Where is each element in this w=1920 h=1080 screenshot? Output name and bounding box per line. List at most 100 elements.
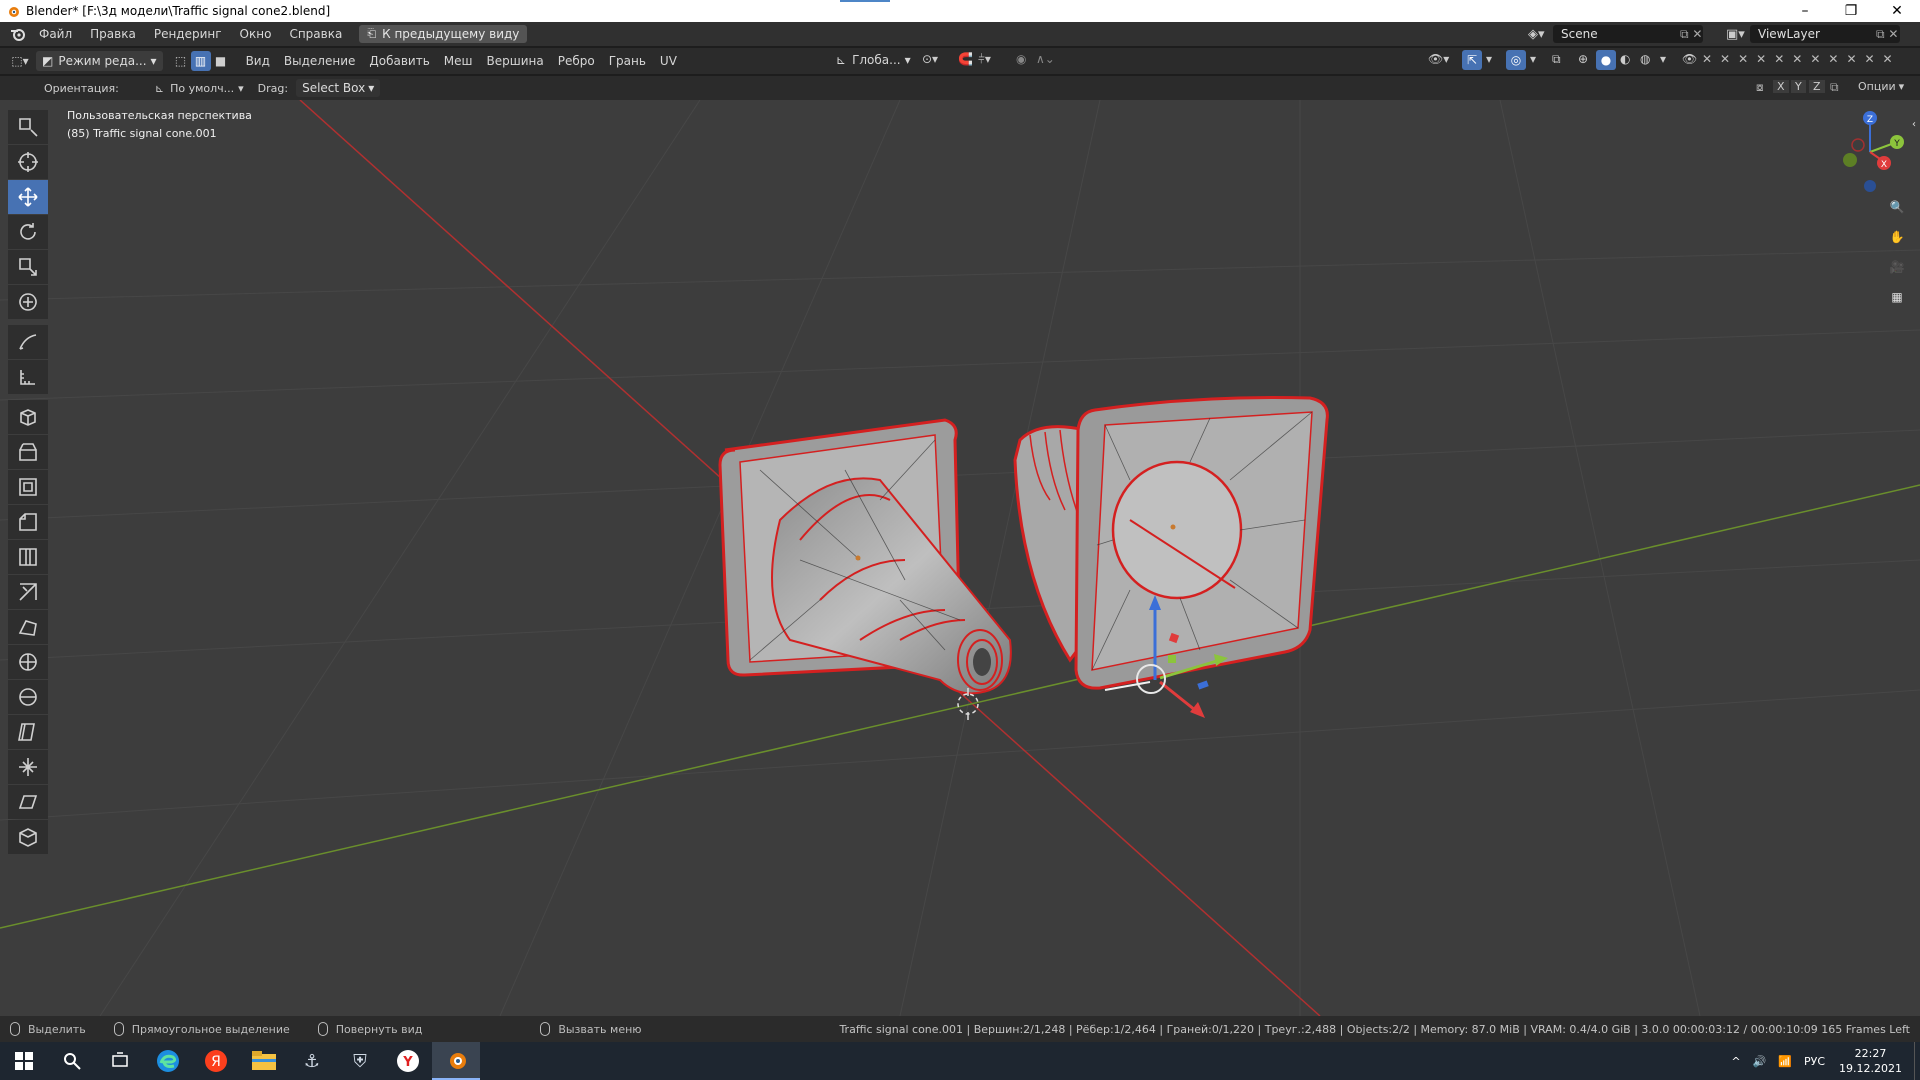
editor-type-icon[interactable]: ⬚▾ bbox=[10, 51, 30, 71]
tool-smooth[interactable] bbox=[8, 680, 48, 714]
visibility-eye-icon[interactable]: 👁 bbox=[1682, 52, 1697, 66]
pivot-point-icon[interactable]: ⊙▾ bbox=[922, 52, 938, 66]
blender-menu-icon[interactable] bbox=[10, 26, 26, 42]
clock[interactable]: 22:27 19.12.2021 bbox=[1839, 1046, 1902, 1076]
edge-select-icon[interactable]: ▥ bbox=[190, 51, 211, 71]
chevron-down-icon: ▾ bbox=[150, 54, 157, 68]
tool-cursor[interactable] bbox=[8, 145, 48, 179]
tool-spin[interactable] bbox=[8, 645, 48, 679]
volume-icon[interactable]: 🔊 bbox=[1753, 1055, 1767, 1068]
mesh-filter-toggles[interactable]: ✕✕✕✕✕✕✕✕✕✕✕ bbox=[1702, 52, 1901, 66]
menu-uv[interactable]: UV bbox=[653, 54, 684, 68]
tool-extrude[interactable] bbox=[8, 435, 48, 469]
menu-vertex[interactable]: Вершина bbox=[480, 54, 551, 68]
network-icon[interactable]: 📶 bbox=[1778, 1055, 1792, 1068]
auto-merge-icon[interactable]: ⧉ bbox=[1830, 80, 1839, 95]
menu-select[interactable]: Выделение bbox=[277, 54, 362, 68]
tool-bevel[interactable] bbox=[8, 505, 48, 539]
wireframe-shading-icon[interactable]: ⊕ bbox=[1578, 52, 1588, 66]
tool-knife[interactable] bbox=[8, 575, 48, 609]
edge-browser-icon[interactable] bbox=[144, 1042, 192, 1080]
tray-overflow-icon[interactable]: ^ bbox=[1731, 1055, 1740, 1068]
tool-annotate[interactable] bbox=[8, 325, 48, 359]
solid-shading-icon[interactable]: ● bbox=[1596, 50, 1616, 70]
mirror-x-toggle[interactable]: X bbox=[1773, 80, 1789, 93]
navigation-gizmo[interactable]: Z Y X bbox=[1825, 107, 1915, 197]
transform-orientation-dropdown[interactable]: ⊾ Глоба... ▾ bbox=[836, 50, 911, 70]
pan-hand-icon[interactable]: ✋ bbox=[1885, 225, 1909, 249]
scene-type-icon[interactable]: ◈▾ bbox=[1528, 27, 1545, 42]
drag-dropdown[interactable]: Select Box ▾ bbox=[296, 79, 381, 97]
menu-file[interactable]: Файл bbox=[30, 27, 81, 41]
tool-measure[interactable] bbox=[8, 360, 48, 394]
menu-edit[interactable]: Правка bbox=[81, 27, 145, 41]
search-icon[interactable] bbox=[48, 1042, 96, 1080]
menu-add[interactable]: Добавить bbox=[362, 54, 436, 68]
close-icon[interactable]: ✕ bbox=[1874, 0, 1920, 22]
menu-face[interactable]: Грань bbox=[602, 54, 653, 68]
zoom-icon[interactable]: 🔍 bbox=[1885, 195, 1909, 219]
viewlayer-new-icon[interactable]: ⧉ ✕ bbox=[1876, 27, 1898, 42]
proportional-edit-icon[interactable]: ◉ bbox=[1016, 52, 1026, 66]
file-explorer-icon[interactable] bbox=[240, 1042, 288, 1080]
vertex-select-icon[interactable]: ⬚ bbox=[171, 51, 191, 71]
menu-view[interactable]: Вид bbox=[239, 54, 277, 68]
yandex-icon[interactable]: Я bbox=[192, 1042, 240, 1080]
overlays-dropdown-icon[interactable]: ▾ bbox=[1530, 52, 1536, 66]
tool-poly-build[interactable] bbox=[8, 610, 48, 644]
gizmo-toggle-icon[interactable]: ⇱ bbox=[1462, 50, 1482, 70]
camera-view-icon[interactable]: 🎥 bbox=[1885, 255, 1909, 279]
tool-transform[interactable] bbox=[8, 285, 48, 319]
rendered-shading-icon[interactable]: ◍ bbox=[1640, 52, 1650, 66]
tool-inset[interactable] bbox=[8, 470, 48, 504]
tool-rotate[interactable] bbox=[8, 215, 48, 249]
game-launcher-icon[interactable]: ⚓ bbox=[288, 1042, 336, 1080]
menu-help[interactable]: Справка bbox=[280, 27, 351, 41]
material-shading-icon[interactable]: ◐ bbox=[1620, 52, 1630, 66]
scene-new-icon[interactable]: ⧉ ✕ bbox=[1680, 27, 1702, 42]
task-view-icon[interactable] bbox=[96, 1042, 144, 1080]
perspective-toggle-icon[interactable]: ▦ bbox=[1885, 285, 1909, 309]
orientation-dropdown[interactable]: ⊾ По умолч... ▾ bbox=[155, 82, 244, 95]
sidebar-toggle-icon[interactable]: ‹ bbox=[1908, 112, 1920, 136]
overlays-toggle-icon[interactable]: ◎ bbox=[1506, 50, 1526, 70]
mirror-z-toggle[interactable]: Z bbox=[1809, 80, 1825, 93]
visibility-icon[interactable]: 👁▾ bbox=[1428, 52, 1449, 66]
tool-loop-cut[interactable] bbox=[8, 540, 48, 574]
blender-taskbar-icon[interactable] bbox=[432, 1042, 480, 1080]
falloff-icon[interactable]: ∧⌄ bbox=[1036, 52, 1055, 66]
tool-select-box[interactable] bbox=[8, 110, 48, 144]
notifications-icon[interactable] bbox=[1914, 1042, 1920, 1080]
menu-mesh[interactable]: Меш bbox=[437, 54, 480, 68]
tool-add-cube[interactable] bbox=[8, 400, 48, 434]
viewport-scene[interactable] bbox=[0, 100, 1920, 1016]
yandex-browser-icon[interactable]: Y bbox=[384, 1042, 432, 1080]
tool-shear[interactable] bbox=[8, 785, 48, 819]
face-select-icon[interactable]: ■ bbox=[211, 51, 231, 71]
gizmo-dropdown-icon[interactable]: ▾ bbox=[1486, 52, 1492, 66]
menu-edge[interactable]: Ребро bbox=[551, 54, 602, 68]
language-indicator[interactable]: РУС bbox=[1804, 1055, 1825, 1068]
mode-dropdown[interactable]: ◩ Режим реда... ▾ bbox=[36, 51, 163, 71]
3d-viewport[interactable]: Пользовательская перспектива (85) Traffi… bbox=[0, 100, 1920, 1016]
shading-dropdown-icon[interactable]: ▾ bbox=[1660, 52, 1666, 66]
tool-rip[interactable] bbox=[8, 820, 48, 854]
tanks-game-icon[interactable]: ⛨ bbox=[336, 1042, 384, 1080]
mirror-y-toggle[interactable]: Y bbox=[1791, 80, 1806, 93]
restore-icon[interactable]: ❐ bbox=[1828, 0, 1874, 22]
menu-window[interactable]: Окно bbox=[231, 27, 281, 41]
windows-start-icon[interactable] bbox=[0, 1042, 48, 1080]
xray-icon[interactable]: ⧉ bbox=[1552, 52, 1561, 67]
back-to-previous-button[interactable]: ⎗ К предыдущему виду bbox=[359, 25, 528, 43]
snap-icon[interactable]: 🧲 bbox=[958, 52, 973, 66]
minimize-icon[interactable]: – bbox=[1782, 0, 1828, 22]
tool-edge-slide[interactable] bbox=[8, 715, 48, 749]
tool-scale[interactable] bbox=[8, 250, 48, 284]
snap-target-icon[interactable]: ⫩▾ bbox=[978, 52, 991, 67]
mirror-options-icon[interactable]: ⧇ bbox=[1756, 80, 1764, 95]
options-dropdown[interactable]: Опции ▾ bbox=[1858, 80, 1904, 93]
viewlayer-type-icon[interactable]: ▣▾ bbox=[1726, 27, 1745, 42]
tool-shrink-fatten[interactable] bbox=[8, 750, 48, 784]
tool-move[interactable] bbox=[8, 180, 48, 214]
menu-render[interactable]: Рендеринг bbox=[145, 27, 231, 41]
